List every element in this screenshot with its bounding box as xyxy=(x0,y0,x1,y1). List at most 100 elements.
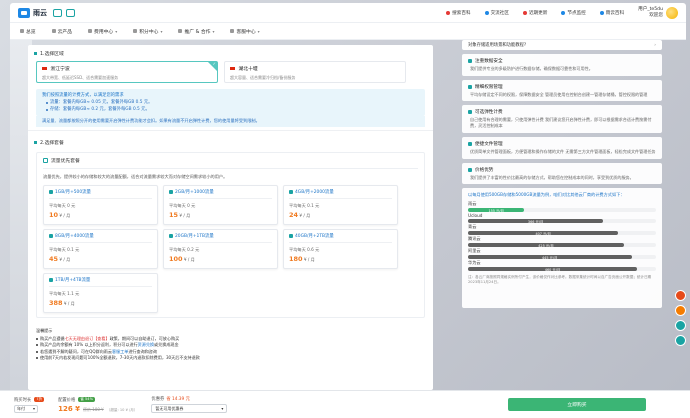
price-value: 126 ¥ xyxy=(58,404,80,413)
price-label: 配置价格 xyxy=(58,397,76,403)
duration-select[interactable]: 年付 ▾ xyxy=(14,404,38,413)
top-link-search[interactable]: 搜索百科 xyxy=(446,10,471,16)
tips-heading: 温馨提示 xyxy=(36,328,53,334)
top-link-community[interactable]: 交流社区 xyxy=(484,10,509,16)
fire-icon[interactable] xyxy=(675,305,686,316)
region-card-shiyan[interactable]: 湖北十堰 超大容量、适合需要冷归档/备份服务 xyxy=(224,61,406,83)
coupon-value: 暂无可用优惠券 xyxy=(155,405,184,411)
gift-icon[interactable] xyxy=(675,290,686,301)
storage-icon xyxy=(169,234,173,239)
comparison-row: 雨云 155 元/月 xyxy=(468,201,656,213)
comparison-bar: 445 元/月 xyxy=(468,255,632,260)
feature-card: 注重数据安全 我们提供专业的多级防护进行数据存储，确保数据可靠性和可用性。 xyxy=(462,54,662,76)
plan-unit-value: 0.1 元 xyxy=(67,247,80,253)
plan-desc: 流量优先，提供较小的存储和较大的流量配额，适合对流量需求较大而对存储空间需求较小… xyxy=(43,174,228,180)
storage-icon xyxy=(289,234,293,239)
plan-name: 20GB/月+1TB流量 xyxy=(175,234,214,240)
points-icon xyxy=(133,29,138,33)
tip-link[interactable]: 客服工单 xyxy=(112,349,128,354)
plan-card[interactable]: 40GB/月+2TB流量 平均每天 0.6 元 180 ¥ / 月 xyxy=(283,229,398,270)
nav-item-support[interactable]: 客服中心 ▾ xyxy=(230,28,260,35)
plan-unit-value: 0.2 元 xyxy=(187,247,200,253)
screen-icon[interactable] xyxy=(66,8,75,17)
plan-price: 45 xyxy=(49,255,59,264)
storage-icon xyxy=(49,190,53,195)
plan-price: 15 xyxy=(169,211,179,220)
logo-text: 雨云 xyxy=(33,8,47,17)
feature-title: 精细权限管理 xyxy=(475,84,503,90)
comparison-bar: 155 元/月 xyxy=(468,208,525,213)
chat-icon[interactable] xyxy=(675,320,686,331)
plan-unit-value: 0.6 元 xyxy=(307,247,320,253)
plan-box: 流量优先套餐 流量优先，提供较小的存储和较大的流量配额，适合对流量需求较大而对存… xyxy=(36,152,425,319)
nav-item-billing[interactable]: 费用中心 ▾ xyxy=(88,28,117,35)
comparison-provider: 雨云 xyxy=(468,201,477,207)
back-to-top-icon[interactable] xyxy=(675,335,686,346)
nav-label: 积分中心 xyxy=(139,29,159,35)
storage-icon xyxy=(49,278,53,283)
tip-link[interactable]: 七天无理由退订【查看】 xyxy=(65,336,110,341)
plan-unit-value: 0 元 xyxy=(67,203,76,209)
folder-icon xyxy=(468,141,472,146)
faq-link[interactable]: 对象存储适用场景和功能教程? › xyxy=(462,40,662,50)
comparison-value: 155 元/月 xyxy=(488,208,504,213)
plan-card[interactable]: 20GB/月+1TB流量 平均每天 0.2 元 100 ¥ / 月 xyxy=(163,229,278,270)
comparison-provider: 腾讯云 xyxy=(468,236,481,242)
top-link-monitor[interactable]: 节点监控 xyxy=(561,10,586,16)
region-desc: 超大容量、适合需要冷归档/备份服务 xyxy=(230,75,296,80)
avatar[interactable] xyxy=(666,6,678,19)
feature-body: 我们提供了丰富的性价比最高的存储方式，帮助您在控制成本的同时，享受到优质的服务。 xyxy=(470,174,634,180)
duration-label: 购买时长 xyxy=(14,397,32,403)
plan-price: 10 xyxy=(49,211,59,220)
monitor-icon xyxy=(561,10,566,15)
nav-label: 云产品 xyxy=(57,29,73,35)
region-card-ningbo[interactable]: 浙江宁波 超大带宽、低延迟SSD、适合需要加速服务 ✓ xyxy=(36,61,218,83)
nav-label: 费用中心 xyxy=(94,29,114,35)
tag-icon xyxy=(468,167,472,172)
nav-item-points[interactable]: 积分中心 ▾ xyxy=(133,28,162,35)
comparison-row: 青云 407 元/月 xyxy=(468,224,656,236)
logo[interactable]: 雨云 xyxy=(18,7,47,18)
nav-item-promotion[interactable]: 推广 & 合作 ▾ xyxy=(178,28,214,35)
top-link-label: 交流社区 xyxy=(490,10,509,16)
comparison-track: 460 元/月 xyxy=(468,267,656,272)
feature-body: 优质简单文件管理面板，方便管理和操作存储的文件 无需第三方文件管理面板，轻松完成… xyxy=(470,148,656,154)
tip-link[interactable]: 资源兑换 xyxy=(138,342,154,347)
feature-title: 价格优势 xyxy=(475,167,494,173)
feature-title: 注重数据安全 xyxy=(475,59,503,64)
user-menu[interactable]: 用户_te5du 欢迎您 xyxy=(638,6,678,19)
nav-item-products[interactable]: 云产品 xyxy=(51,28,73,35)
chevron-down-icon: ▾ xyxy=(32,406,35,411)
top-link-wiki[interactable]: 雨云百科 xyxy=(599,10,625,16)
plan-name: 8GB/月+4000流量 xyxy=(55,234,94,240)
coupon-select[interactable]: 暂无可用优惠券 ▾ xyxy=(151,404,228,413)
comparison-track: 155 元/月 xyxy=(468,208,656,213)
coupon-label: 优惠券 xyxy=(151,397,165,402)
plan-card[interactable]: 4GB/月+2000流量 平均每天 0.1 元 24 ¥ / 月 xyxy=(283,185,398,226)
price-group: 配置价格省 54% 126 ¥ 原价 180 ¥ （超量: 10 ¥ /月） xyxy=(58,397,137,413)
plan-card[interactable]: 1GB/月+500流量 平均每天 0 元 10 ¥ / 月 xyxy=(43,185,158,226)
top-link-updates[interactable]: 近期更新 xyxy=(522,10,547,16)
grid-icon[interactable] xyxy=(53,8,62,17)
comparison-bar: 366 元/月 xyxy=(468,219,604,224)
buy-now-button[interactable]: 立即购买 xyxy=(508,398,646,411)
bullet-icon xyxy=(36,338,38,341)
plan-name: 40GB/月+2TB流量 xyxy=(295,234,334,240)
user-greeting: 欢迎您 xyxy=(649,12,663,18)
plan-card[interactable]: 8GB/月+4000流量 平均每天 0.1 元 45 ¥ / 月 xyxy=(43,229,158,270)
plan-price-suffix: ¥ / 月 xyxy=(59,213,71,219)
pricing-line-text: 流量：套餐内每GB≈ 0.05 元，套餐外每GB 0.5 元。 xyxy=(50,100,153,105)
comparison-track: 445 元/月 xyxy=(468,255,656,260)
bullet-icon xyxy=(36,350,38,353)
tip-text: 购买产品遵循 xyxy=(40,336,65,342)
plan-price-suffix: ¥ / 月 xyxy=(63,301,75,307)
bullet-icon xyxy=(36,344,38,347)
user-name: 用户_te5du xyxy=(638,7,663,12)
nav-item-overview[interactable]: 总览 xyxy=(20,28,36,35)
top-link-label: 雨云百科 xyxy=(605,10,625,16)
storage-icon xyxy=(49,234,53,239)
plan-card[interactable]: 1TB/月+4TB流量 平均每天 1.1 元 388 ¥ / 月 xyxy=(43,273,158,314)
plan-card[interactable]: 2GB/月+1000流量 平均每天 0 元 15 ¥ / 月 xyxy=(163,185,278,226)
bullet-icon xyxy=(46,108,48,111)
bullet-icon xyxy=(36,356,38,359)
